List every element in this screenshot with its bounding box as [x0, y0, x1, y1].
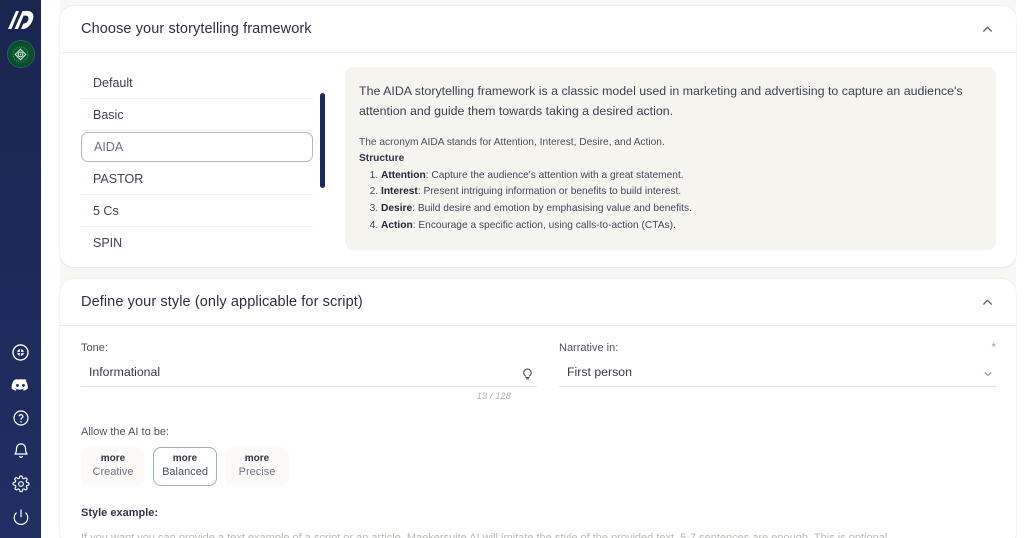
- left-sidebar: [0, 0, 41, 538]
- ai-option-top: more: [244, 453, 270, 465]
- discord-icon[interactable]: [10, 374, 32, 396]
- framework-step-term: Desire: [381, 203, 413, 214]
- help-circle-icon[interactable]: [10, 407, 32, 429]
- framework-list-scrollbar[interactable]: [320, 93, 325, 188]
- ai-behaviour-label: Allow the AI to be:: [81, 426, 170, 438]
- chevron-up-icon[interactable]: [978, 20, 996, 38]
- style-example-label: Style example:: [81, 507, 159, 519]
- framework-item-default[interactable]: Default: [81, 67, 313, 99]
- narrative-label: Narrative in:: [559, 342, 619, 354]
- chevron-up-icon[interactable]: [978, 293, 996, 311]
- framework-step-term: Action: [381, 219, 413, 231]
- framework-description: The AIDA storytelling framework is a cla…: [345, 67, 996, 250]
- framework-item-label: AIDA: [94, 140, 124, 154]
- framework-item-aida[interactable]: AIDA: [81, 132, 313, 162]
- framework-item-label: Default: [93, 75, 133, 90]
- framework-item-label: PASTOR: [93, 171, 144, 186]
- framework-panel: Choose your storytelling framework Defau…: [60, 6, 1016, 267]
- framework-list: Default Basic AIDA PASTOR 5 Cs SPIN: [81, 67, 327, 250]
- ai-option-bottom: Creative: [92, 465, 134, 478]
- framework-step-text: : Encourage a specific action, using cal…: [412, 219, 676, 231]
- framework-item-spin[interactable]: SPIN: [81, 227, 313, 250]
- tone-field-group: Tone: 13 / 128: [81, 342, 537, 402]
- style-panel-body: Tone: 13 / 128: [60, 326, 1016, 538]
- lightbulb-icon[interactable]: [517, 364, 537, 384]
- framework-step-term: Interest: [381, 186, 418, 198]
- workspace-badge[interactable]: [7, 41, 34, 67]
- add-circle-icon[interactable]: [10, 341, 32, 363]
- framework-step-text: : Capture the audience's attention with …: [425, 169, 684, 181]
- app-root: Choose your storytelling framework Defau…: [0, 0, 1024, 538]
- framework-step: Attention: Capture the audience's attent…: [381, 168, 978, 185]
- tone-input[interactable]: [81, 365, 511, 382]
- framework-list-wrapper: Default Basic AIDA PASTOR 5 Cs SPIN: [81, 67, 327, 250]
- bell-icon[interactable]: [10, 440, 32, 462]
- framework-step: Interest: Present intriguing information…: [381, 184, 978, 201]
- style-panel-header: Define your style (only applicable for s…: [60, 279, 1016, 326]
- narrative-field-group: Narrative in: * First person: [559, 340, 996, 402]
- framework-description-lead: The AIDA storytelling framework is a cla…: [359, 84, 963, 119]
- sidebar-bottom-actions: [0, 341, 41, 528]
- framework-item-5cs[interactable]: 5 Cs: [81, 195, 313, 227]
- ai-option-top: more: [172, 453, 198, 465]
- tone-field[interactable]: [81, 361, 537, 387]
- framework-item-label: 5 Cs: [93, 203, 119, 218]
- gear-icon[interactable]: [10, 473, 32, 495]
- framework-step: Action: Encourage a specific action, usi…: [381, 218, 978, 235]
- framework-structure-label: Structure: [359, 152, 405, 164]
- style-fields-row: Tone: 13 / 128: [81, 340, 996, 402]
- ai-option-creative[interactable]: more Creative: [81, 447, 145, 486]
- required-marker: *: [991, 340, 996, 354]
- framework-step-text: : Build desire and emotion by emphasisin…: [412, 203, 692, 214]
- power-icon[interactable]: [10, 506, 32, 528]
- framework-step-text: : Present intriguing information or bene…: [417, 186, 682, 198]
- framework-description-acronym: The acronym AIDA stands for Attention, I…: [359, 137, 665, 149]
- tone-label: Tone:: [81, 342, 108, 354]
- framework-step-term: Attention: [381, 169, 426, 181]
- framework-panel-body: Default Basic AIDA PASTOR 5 Cs SPIN The …: [60, 53, 1016, 267]
- maekersuite-logo[interactable]: [6, 9, 36, 31]
- framework-panel-header: Choose your storytelling framework: [60, 6, 1016, 53]
- framework-item-pastor[interactable]: PASTOR: [81, 163, 313, 195]
- narrative-select[interactable]: First person: [559, 361, 996, 387]
- ai-behaviour-group: more Creative more Balanced more Precise: [81, 447, 996, 486]
- ai-option-precise[interactable]: more Precise: [225, 447, 289, 486]
- framework-item-label: SPIN: [93, 235, 123, 250]
- ai-option-bottom: Precise: [238, 465, 276, 478]
- framework-step: Desire: Build desire and emotion by emph…: [381, 201, 978, 218]
- framework-item-label: Basic: [93, 107, 124, 122]
- chevron-down-icon[interactable]: [980, 366, 996, 382]
- ai-option-balanced[interactable]: more Balanced: [153, 447, 217, 486]
- framework-item-basic[interactable]: Basic: [81, 99, 313, 131]
- narrative-select-value: First person: [567, 365, 632, 379]
- framework-structure-steps: Attention: Capture the audience's attent…: [359, 168, 978, 234]
- ai-option-bottom: Balanced: [162, 465, 208, 478]
- style-panel: Define your style (only applicable for s…: [60, 279, 1016, 538]
- main-content: Choose your storytelling framework Defau…: [41, 0, 1024, 538]
- tone-counter: 13 / 128: [476, 391, 511, 402]
- style-panel-title: Define your style (only applicable for s…: [81, 294, 363, 310]
- style-example-input[interactable]: If you want you can provide a text examp…: [81, 530, 996, 538]
- ai-option-top: more: [100, 453, 126, 465]
- framework-panel-title: Choose your storytelling framework: [81, 21, 312, 37]
